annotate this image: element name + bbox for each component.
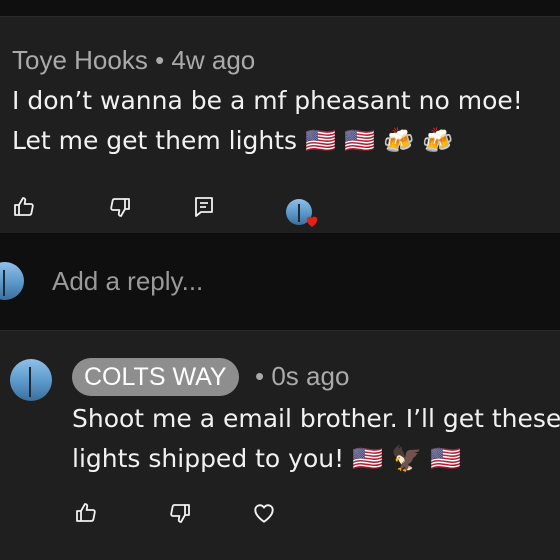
reply-time: 0s ago [271,361,350,391]
thumbs-down-icon [110,198,130,217]
creator-heart-icon [306,216,318,227]
heart-icon [254,504,274,523]
dislike-button[interactable] [106,193,134,221]
heart-button[interactable] [250,499,278,527]
reply-like-button[interactable] [72,499,100,527]
thumbs-down-icon [170,504,190,523]
reply-input[interactable]: Add a reply... [52,266,203,297]
meta-separator: • [155,45,165,75]
comment-text: I don’t wanna be a mf pheasant no moe! L… [12,86,531,155]
reply-actions [0,499,560,539]
top-bar [0,0,560,17]
reply-text: Shoot me a email brother. I’ll get these… [72,404,560,473]
comment-actions [0,193,560,233]
comment-icon [195,197,213,217]
reply-dislike-button[interactable] [166,499,194,527]
comment-meta: Toye Hooks • 4w ago [12,45,255,76]
reply-author-chip[interactable]: COLTS WAY [72,358,239,396]
reply-button[interactable] [190,193,218,221]
user-avatar [0,262,24,300]
like-button[interactable] [10,193,38,221]
comment-time: 4w ago [171,45,256,75]
thumbs-up-icon [76,503,96,522]
reply-comment: COLTS WAY • 0s ago Shoot me a email brot… [0,331,560,560]
reply-author-avatar[interactable] [10,359,52,401]
meta-separator: • [255,361,265,391]
comment: Toye Hooks • 4w ago I don’t wanna be a m… [0,17,560,233]
creator-heart-badge[interactable] [286,199,322,231]
comment-author[interactable]: Toye Hooks [12,45,148,75]
thumbs-up-icon [14,197,34,216]
reply-meta: • 0s ago [255,361,349,392]
reply-composer[interactable]: Add a reply... [0,252,560,312]
